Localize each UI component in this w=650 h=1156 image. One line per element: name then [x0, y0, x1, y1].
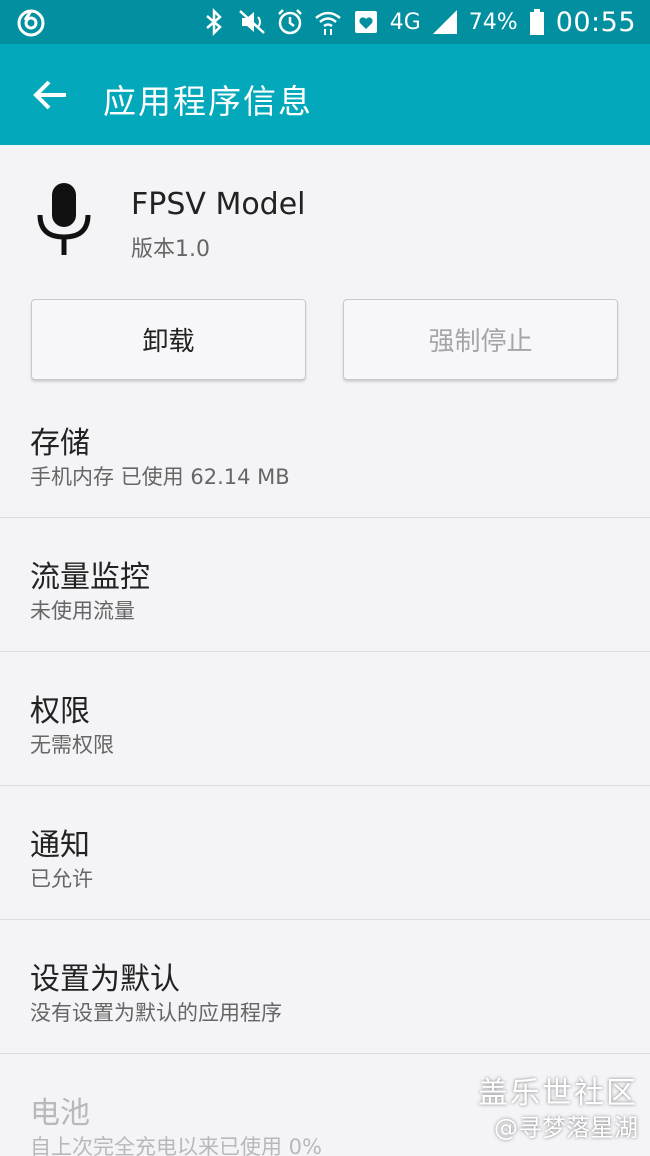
item-title: 流量监控 [30, 560, 150, 595]
app-name: FPSV Model [131, 187, 306, 222]
heart-notification-icon [354, 11, 377, 33]
force-stop-button: 强制停止 [343, 299, 618, 380]
watermark-community: 盖乐世社区 [478, 1076, 638, 1111]
app-bar: 应用程序信息 [0, 44, 650, 145]
list-item-set-default[interactable]: 设置为默认 没有设置为默认的应用程序 [0, 920, 650, 1054]
app-notification-icon [17, 9, 45, 37]
item-subtitle: 无需权限 [30, 733, 114, 757]
item-title: 电池 [30, 1096, 90, 1131]
battery-percent: 74% [468, 9, 518, 35]
network-type: 4G [389, 9, 421, 35]
app-header: FPSV Model 版本1.0 [0, 145, 650, 285]
app-version: 版本1.0 [131, 237, 210, 262]
list-item-notifications[interactable]: 通知 已允许 [0, 786, 650, 920]
watermark-user: @寻梦落星湖 [494, 1114, 638, 1142]
item-subtitle: 已允许 [30, 867, 93, 891]
list-item-data-usage[interactable]: 流量监控 未使用流量 [0, 518, 650, 652]
microphone-icon [37, 183, 91, 255]
clock: 00:55 [555, 6, 636, 38]
mute-icon [238, 10, 265, 34]
wifi-icon [314, 11, 341, 35]
item-subtitle: 自上次完全充电以来已使用 0% [30, 1135, 322, 1156]
back-arrow-icon[interactable] [30, 78, 70, 112]
item-subtitle: 未使用流量 [30, 599, 135, 623]
alarm-icon [277, 9, 302, 35]
uninstall-button[interactable]: 卸载 [31, 299, 306, 380]
item-title: 权限 [30, 694, 90, 729]
page-title: 应用程序信息 [103, 82, 313, 121]
status-bar: 4G 74% 00:55 [0, 0, 650, 44]
item-title: 通知 [30, 828, 90, 863]
battery-icon [529, 9, 544, 35]
item-title: 存储 [30, 426, 90, 461]
item-title: 设置为默认 [30, 962, 180, 997]
item-subtitle: 没有设置为默认的应用程序 [30, 1001, 282, 1025]
list-item-storage[interactable]: 存储 手机内存 已使用 62.14 MB [0, 384, 650, 518]
list-item-permissions[interactable]: 权限 无需权限 [0, 652, 650, 786]
signal-icon [432, 10, 457, 34]
bluetooth-icon [205, 8, 222, 36]
item-subtitle: 手机内存 已使用 62.14 MB [30, 465, 290, 489]
